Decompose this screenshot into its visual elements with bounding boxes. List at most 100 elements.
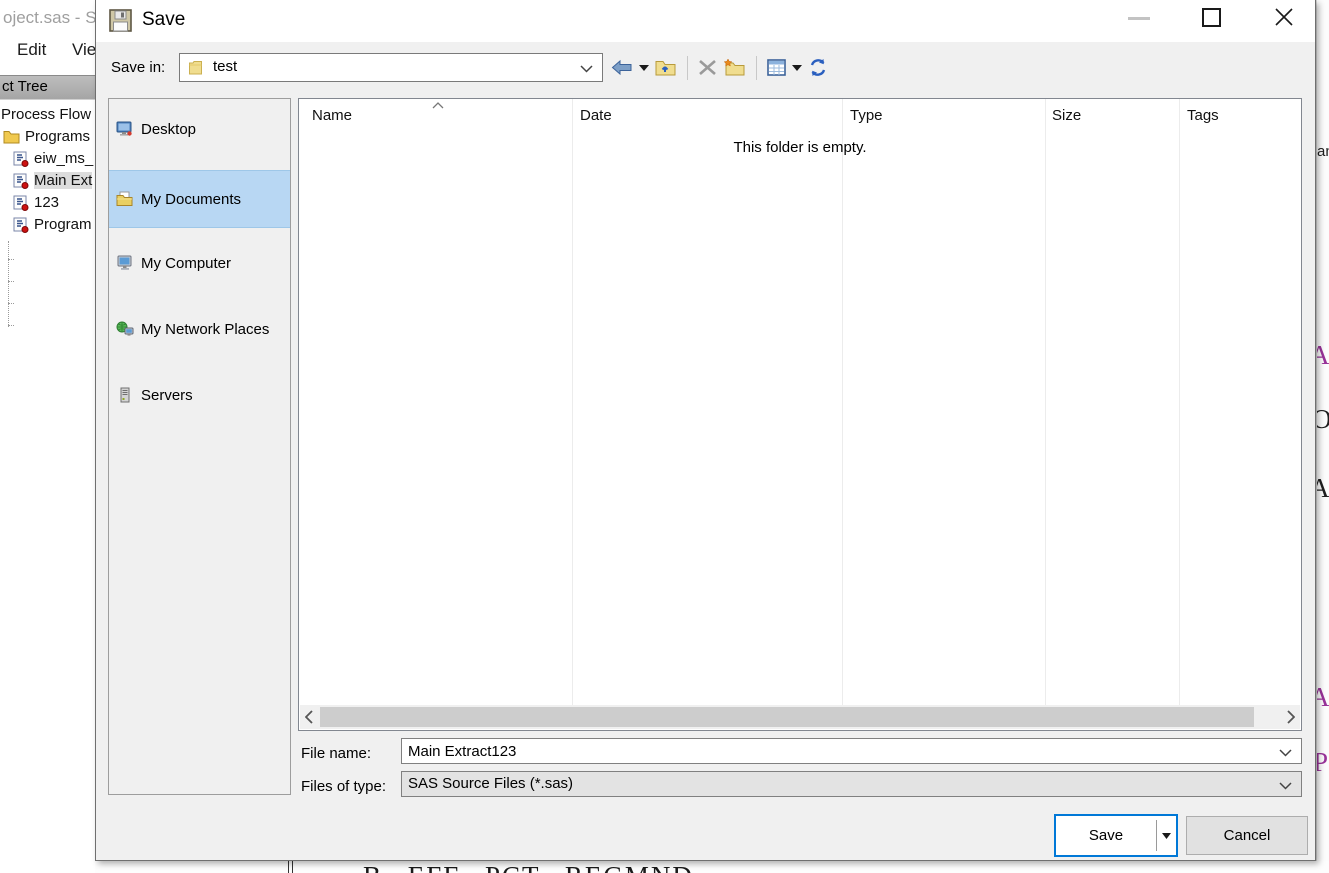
scroll-right-arrow[interactable]: [1282, 705, 1300, 729]
desktop-icon: [116, 121, 132, 136]
background-document-bottom-strip: B EFF PCT REGMND: [95, 861, 1329, 873]
dialog-title: Save: [142, 9, 186, 30]
view-table-icon[interactable]: [767, 59, 786, 76]
place-item-my-computer[interactable]: My Computer: [109, 234, 290, 292]
close-button[interactable]: [1274, 7, 1294, 27]
text-fragment: O: [1317, 404, 1329, 435]
save-in-combobox[interactable]: test: [179, 53, 603, 82]
empty-folder-message: This folder is empty.: [733, 139, 867, 156]
minimize-button[interactable]: [1128, 17, 1150, 20]
maximize-button[interactable]: [1202, 8, 1221, 27]
background-document-right-strip: an A O A A P: [1316, 0, 1329, 873]
place-item-my-documents[interactable]: My Documents: [109, 170, 290, 228]
file-name-label: File name:: [301, 745, 372, 762]
save-in-label: Save in:: [111, 59, 166, 76]
tree-item-123[interactable]: 123: [13, 194, 59, 211]
chevron-left-icon: [305, 710, 313, 724]
column-divider[interactable]: [842, 99, 843, 706]
scroll-left-arrow[interactable]: [300, 705, 318, 729]
project-tree-panel-title: ct Tree: [0, 75, 96, 99]
place-item-my-network-places[interactable]: My Network Places: [109, 300, 290, 358]
place-label: My Network Places: [141, 320, 270, 338]
save-floppy-icon: [109, 9, 132, 32]
files-of-type-label: Files of type:: [301, 778, 387, 795]
tree-connector-line: [8, 259, 14, 260]
my-computer-icon: [117, 255, 132, 270]
column-header-date[interactable]: Date: [580, 107, 612, 124]
column-header-type[interactable]: Type: [850, 107, 883, 124]
save-dialog: Save Save in: test Desktop My Documents …: [95, 0, 1316, 861]
text-fragment: A: [1317, 682, 1329, 713]
place-label: My Documents: [141, 190, 242, 208]
menu-item-view[interactable]: Vie: [72, 40, 96, 60]
place-label: Desktop: [141, 120, 197, 138]
tree-connector-line: [8, 241, 9, 327]
servers-icon: [120, 387, 130, 403]
tree-item-program[interactable]: Program: [13, 216, 92, 233]
place-item-desktop[interactable]: Desktop: [109, 100, 290, 158]
dropdown-caret-icon: [1162, 832, 1171, 839]
tree-item-process-flow[interactable]: Process Flow: [1, 106, 91, 123]
sas-program-icon: [13, 195, 29, 211]
new-folder-icon[interactable]: [723, 58, 746, 77]
tree-item-eiw-ms[interactable]: eiw_ms_: [13, 150, 93, 167]
file-list[interactable]: Name Date Type Size Tags This folder is …: [298, 98, 1302, 731]
cancel-button[interactable]: Cancel: [1186, 816, 1308, 855]
place-label: Servers: [141, 386, 193, 404]
dropdown-caret-icon[interactable]: [639, 64, 649, 71]
tree-connector-line: [8, 303, 14, 304]
horizontal-scrollbar[interactable]: [300, 705, 1300, 729]
network-places-icon: [116, 321, 134, 336]
save-button[interactable]: Save: [1054, 814, 1178, 857]
files-of-type-dropdown[interactable]: SAS Source Files (*.sas): [401, 771, 1302, 797]
place-item-servers[interactable]: Servers: [109, 366, 290, 424]
chevron-down-icon[interactable]: [1279, 782, 1292, 790]
back-arrow-icon[interactable]: [611, 59, 633, 76]
toolbar-separator: [756, 55, 757, 80]
chevron-down-icon[interactable]: [1279, 749, 1292, 757]
menu-item-edit[interactable]: Edit: [17, 40, 46, 60]
column-divider[interactable]: [1045, 99, 1046, 706]
delete-x-icon[interactable]: [698, 59, 717, 76]
save-options-caret[interactable]: [1157, 832, 1176, 839]
chevron-down-icon[interactable]: [580, 65, 593, 73]
dropdown-caret-icon[interactable]: [792, 64, 802, 71]
text-fragment: A: [1317, 340, 1329, 371]
dialog-title-bar[interactable]: Save: [96, 0, 1315, 42]
place-label: My Computer: [141, 254, 232, 272]
background-window-title: oject.sas - SA: [3, 8, 108, 27]
dialog-toolbar: [611, 54, 828, 81]
folder-icon: [189, 61, 202, 75]
column-header-tags[interactable]: Tags: [1187, 107, 1219, 124]
tree-item-main-ext[interactable]: Main Ext: [13, 172, 93, 189]
tree-item-programs[interactable]: Programs: [3, 128, 90, 145]
save-button-label: Save: [1088, 827, 1124, 844]
column-divider[interactable]: [572, 99, 573, 706]
background-document-text: B EFF PCT REGMND: [363, 861, 694, 873]
folder-icon: [3, 130, 20, 143]
column-divider[interactable]: [1179, 99, 1180, 706]
sas-program-icon: [13, 173, 29, 189]
sas-program-icon: [13, 217, 29, 233]
text-fragment: A: [1317, 473, 1329, 504]
file-name-input[interactable]: [402, 739, 1277, 763]
places-sidebar: Desktop My Documents My Computer My Netw…: [108, 98, 291, 795]
folder-up-icon[interactable]: [655, 59, 677, 77]
refresh-icon[interactable]: [808, 58, 828, 77]
double-bar-glyph: [288, 861, 293, 873]
column-header-name[interactable]: Name: [312, 107, 352, 124]
text-fragment: P: [1317, 747, 1328, 778]
my-documents-icon: [116, 191, 133, 206]
text-fragment: an: [1317, 143, 1329, 160]
cancel-button-label: Cancel: [1223, 827, 1271, 844]
save-in-value: test: [213, 58, 238, 75]
file-name-field[interactable]: [401, 738, 1302, 764]
files-of-type-value: SAS Source Files (*.sas): [408, 775, 574, 792]
column-header-size[interactable]: Size: [1052, 107, 1081, 124]
chevron-right-icon: [1287, 710, 1295, 724]
tree-connector-line: [8, 325, 14, 326]
tree-connector-line: [8, 281, 14, 282]
sas-program-icon: [13, 151, 29, 167]
toolbar-separator: [687, 55, 688, 80]
scrollbar-thumb[interactable]: [320, 707, 1254, 727]
